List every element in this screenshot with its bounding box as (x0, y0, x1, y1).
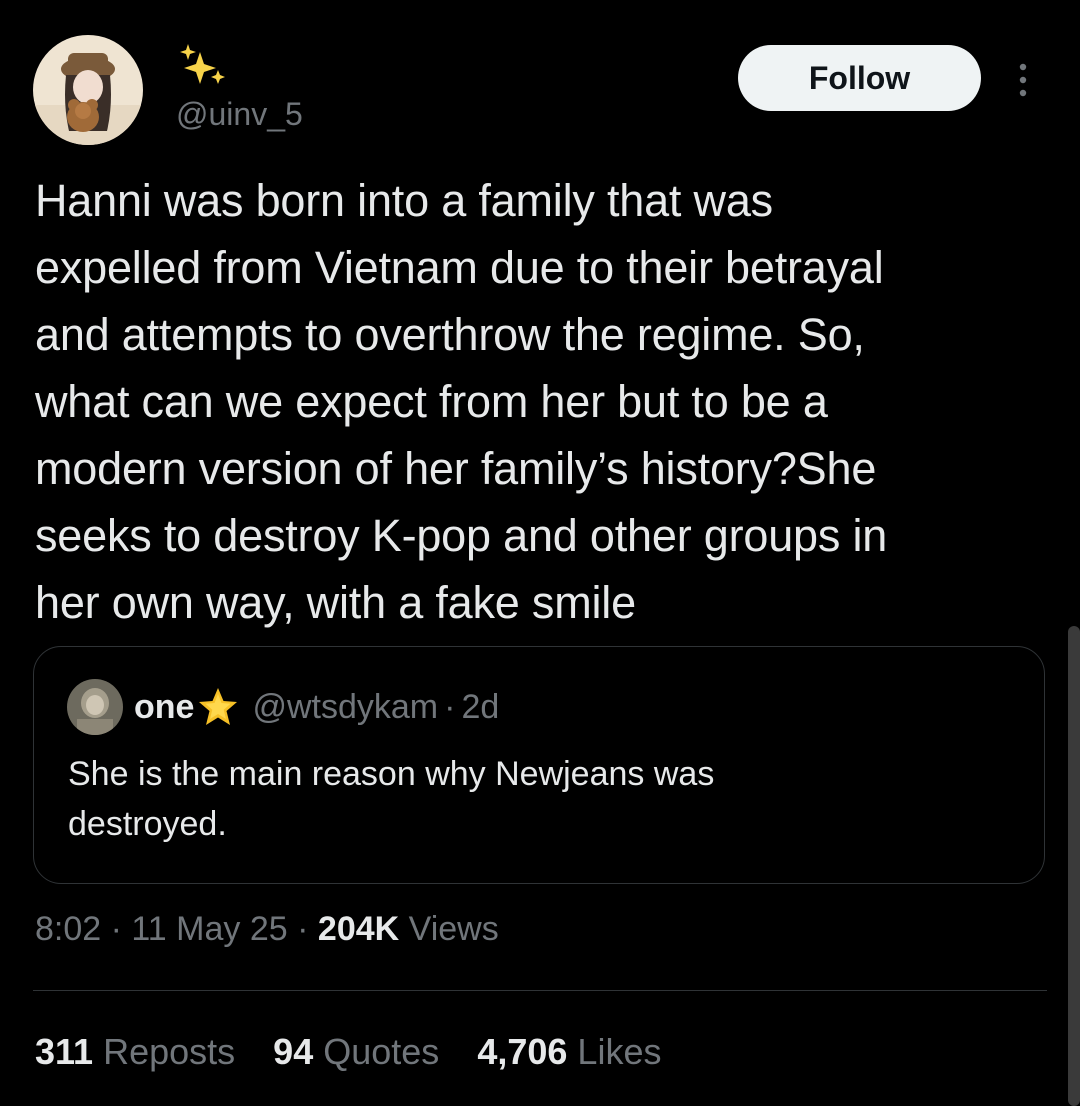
likes-stat[interactable]: 4,706 Likes (477, 1031, 661, 1073)
more-vertical-icon[interactable] (1012, 62, 1034, 98)
likes-count: 4,706 (477, 1031, 568, 1072)
quoted-separator: · (444, 687, 456, 726)
author-handle[interactable]: @uinv_5 (176, 96, 303, 133)
views-count: 204K (317, 910, 400, 948)
quotes-stat[interactable]: 94 Quotes (273, 1031, 439, 1073)
author-avatar[interactable] (33, 35, 143, 145)
sparkles-icon (180, 44, 225, 84)
quotes-count: 94 (273, 1031, 314, 1072)
quoted-avatar[interactable] (67, 679, 123, 735)
quoted-timestamp[interactable]: 2d (461, 688, 499, 727)
follow-button[interactable]: Follow (738, 45, 981, 111)
tweet-time[interactable]: 8:02 (35, 910, 101, 948)
divider (33, 990, 1047, 991)
reposts-label: Reposts (103, 1031, 236, 1072)
quoted-name[interactable]: one (134, 688, 194, 727)
quoted-text: She is the main reason why Newjeans was … (68, 755, 715, 843)
quotes-label: Quotes (323, 1031, 440, 1072)
tweet-date[interactable]: 11 May 25 (131, 910, 287, 948)
meta-separator: · (110, 910, 122, 948)
meta-separator: · (297, 910, 309, 948)
quoted-tweet[interactable]: one @wtsdykam · 2d She is the main reaso… (33, 646, 1045, 884)
quoted-handle[interactable]: @wtsdykam (252, 688, 438, 727)
likes-label: Likes (577, 1031, 662, 1072)
tweet-text: Hanni was born into a family that was ex… (35, 175, 888, 628)
reposts-count: 311 (35, 1031, 94, 1072)
tweet-metadata: 8:02 · 11 May 25 · 204K Views (35, 910, 499, 949)
glowing-star-icon (199, 688, 238, 725)
reposts-stat[interactable]: 311 Reposts (35, 1031, 235, 1073)
engagement-stats: 311 Reposts 94 Quotes 4,706 Likes (35, 1031, 699, 1073)
views-label: Views (408, 910, 499, 948)
scrollbar[interactable] (1068, 626, 1080, 1106)
